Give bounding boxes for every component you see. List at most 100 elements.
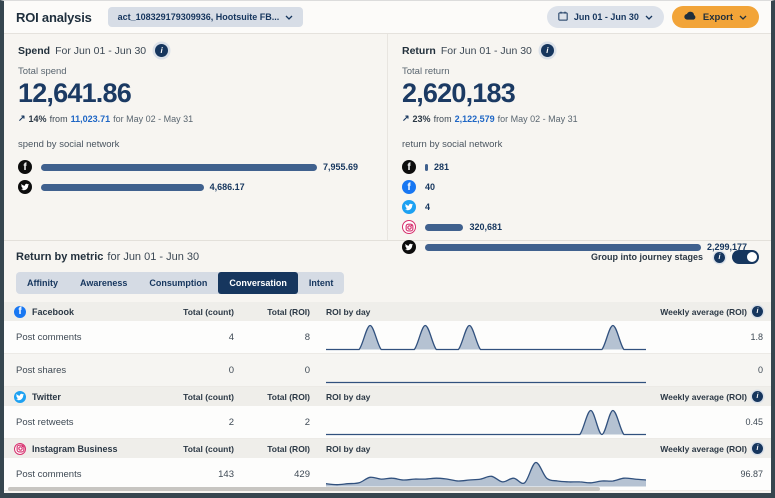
twitter-dark-bar-row: 2,299,177 (402, 237, 757, 257)
facebook-icon: f (14, 306, 26, 318)
return-change-line: ↗ 23% from 2,122,579 for May 02 - May 31 (402, 113, 757, 124)
export-cloud-icon (684, 11, 697, 23)
spend-previous-value-link[interactable]: 11,023.71 (71, 114, 111, 124)
facebook-blue-bar-row: f 40 (402, 177, 757, 197)
total-count-value: 2 (164, 417, 234, 428)
column-header-total-roi: Total (ROI) (234, 444, 310, 454)
tab-intent[interactable]: Intent (298, 272, 345, 294)
horizontal-scrollbar-thumb[interactable] (8, 487, 600, 491)
return-by-metric-period: for Jun 01 - Jun 30 (107, 251, 199, 263)
horizontal-scrollbar (8, 487, 767, 491)
tab-conversation[interactable]: Conversation (218, 272, 298, 294)
total-roi-value: 2 (234, 417, 310, 428)
chevron-down-icon (739, 12, 747, 23)
return-by-metric-table: fFacebookTotal (count)Total (ROI)ROI by … (4, 302, 771, 491)
info-icon[interactable]: i (752, 443, 763, 454)
trend-up-arrow-icon: ↗ (402, 113, 410, 124)
metric-name: Post retweets (4, 417, 164, 428)
instagram-bar-row: 320,681 (402, 217, 757, 237)
group-name: Instagram Business (4, 443, 164, 455)
weekly-average-value: 0.45 (656, 417, 771, 427)
bar-track: 2,299,177 (425, 242, 757, 252)
tab-affinity[interactable]: Affinity (16, 272, 69, 294)
bar-track: 4 (425, 202, 757, 212)
group-name-label: Facebook (32, 307, 74, 317)
tab-consumption[interactable]: Consumption (138, 272, 218, 294)
return-by-network-chart: f281 f 40 4 320,681 2,299,177 (402, 157, 757, 257)
toggle-knob (747, 252, 757, 262)
spend-panel: Spend For Jun 01 - Jun 30 i Total spend … (4, 34, 387, 240)
return-change-period: for May 02 - May 31 (498, 114, 578, 124)
roi-by-day-sparkline (310, 460, 656, 489)
facebook-dark-bar-row: f281 (402, 157, 757, 177)
group-name-label: Twitter (32, 392, 61, 402)
twitter-icon (402, 200, 416, 214)
column-header-total-count: Total (count) (164, 392, 234, 402)
total-spend-value: 12,641.86 (18, 78, 373, 109)
column-header-roi-by-day: ROI by day (310, 307, 656, 317)
date-range-label: Jun 01 - Jun 30 (574, 12, 639, 22)
twitter-blue-bar-row: 4 (402, 197, 757, 217)
column-header-total-roi: Total (ROI) (234, 307, 310, 317)
spend-change-line: ↗ 14% from 11,023.71 for May 02 - May 31 (18, 113, 373, 124)
table-row-post-retweets: Post retweets220.45 (4, 406, 771, 439)
spend-panel-header: Spend For Jun 01 - Jun 30 i (18, 44, 373, 57)
twitter-icon (18, 180, 32, 194)
network-bar (425, 244, 701, 251)
bar-track: 281 (425, 162, 757, 172)
bar-value-label: 7,955.69 (323, 162, 358, 172)
column-header-total-roi: Total (ROI) (234, 392, 310, 402)
weekly-average-label: Weekly average (ROI) (660, 307, 747, 317)
bar-value-label: 281 (434, 162, 449, 172)
info-icon[interactable]: i (155, 44, 168, 57)
return-panel: Return For Jun 01 - Jun 30 i Total retur… (387, 34, 771, 240)
weekly-average-value: 1.8 (656, 332, 771, 342)
export-button[interactable]: Export (672, 6, 759, 28)
bar-track: 40 (425, 182, 757, 192)
journey-stages-toggle[interactable] (732, 250, 759, 264)
total-roi-value: 8 (234, 332, 310, 343)
account-dropdown[interactable]: act_108329179309936, Hootsuite FB... (108, 7, 304, 27)
instagram-icon (402, 220, 416, 234)
column-header-weekly-average: Weekly average (ROI)i (656, 391, 771, 402)
group-name: f Facebook (4, 306, 164, 318)
column-header-weekly-average: Weekly average (ROI) i (656, 306, 771, 317)
info-icon[interactable]: i (541, 44, 554, 57)
total-spend-label: Total spend (18, 66, 373, 77)
bar-value-label: 4,686.17 (210, 182, 245, 192)
bar-track: 320,681 (425, 222, 757, 232)
metric-tabs: AffinityAwarenessConsumptionConversation… (16, 272, 344, 294)
chevron-down-icon (285, 12, 293, 22)
total-return-value: 2,620,183 (402, 78, 757, 109)
facebook-icon: f (402, 180, 416, 194)
total-count-value: 0 (164, 365, 234, 376)
header-right-controls: Jun 01 - Jun 30 Export (547, 6, 759, 28)
summary-panels: Spend For Jun 01 - Jun 30 i Total spend … (4, 34, 771, 240)
account-dropdown-label: act_108329179309936, Hootsuite FB... (118, 12, 280, 22)
group-header-twitter: TwitterTotal (count)Total (ROI)ROI by da… (4, 387, 771, 406)
twitter-icon (402, 240, 416, 254)
metric-name: Post shares (4, 365, 164, 376)
spend-by-network-chart: f 7,955.69 4,686.17 (18, 157, 373, 197)
info-icon[interactable]: i (752, 391, 763, 402)
column-header-roi-by-day: ROI by day (310, 444, 656, 454)
info-icon[interactable]: i (752, 306, 763, 317)
top-header-bar: ROI analysis act_108329179309936, Hootsu… (4, 1, 771, 34)
spend-period: For Jun 01 - Jun 30 (55, 45, 146, 57)
facebook-icon: f (18, 160, 32, 174)
total-roi-value: 429 (234, 469, 310, 480)
instagram-icon (14, 443, 26, 455)
calendar-icon (558, 11, 568, 23)
table-row-post-comments: Post comments481.8 (4, 321, 771, 354)
column-header-weekly-average: Weekly average (ROI)i (656, 443, 771, 454)
return-period: For Jun 01 - Jun 30 (441, 45, 532, 57)
return-previous-value-link[interactable]: 2,122,579 (455, 114, 495, 124)
network-bar (41, 184, 204, 191)
metric-name: Post comments (4, 332, 164, 343)
return-panel-header: Return For Jun 01 - Jun 30 i (402, 44, 757, 57)
tab-awareness[interactable]: Awareness (69, 272, 138, 294)
group-name-label: Instagram Business (32, 444, 118, 454)
date-range-picker[interactable]: Jun 01 - Jun 30 (547, 6, 664, 28)
network-bar (425, 164, 428, 171)
table-row-post-shares: Post shares000 (4, 354, 771, 387)
